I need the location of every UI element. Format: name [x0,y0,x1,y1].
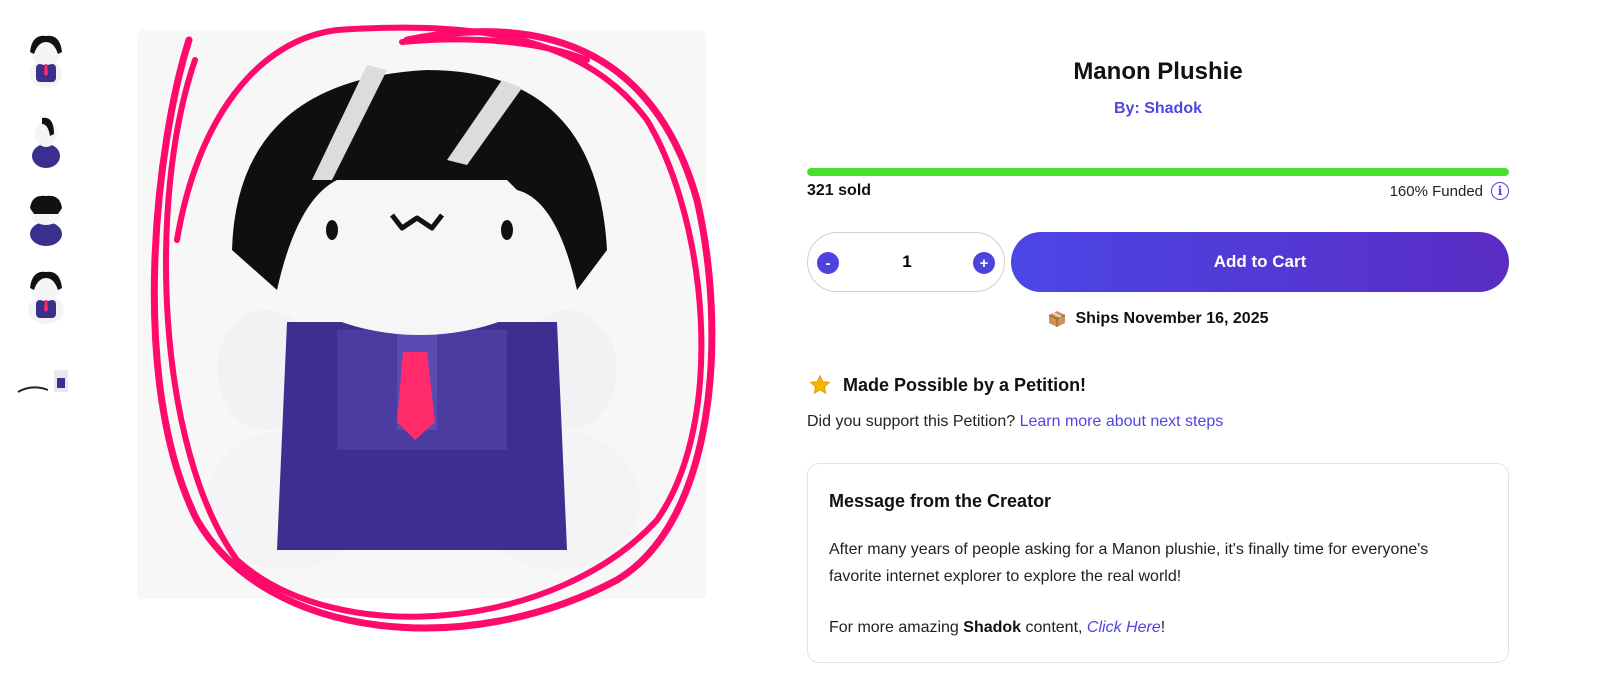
creator-message-text: After many years of people asking for a … [829,541,1429,585]
funding-progress-fill [807,168,1509,176]
petition-question-text: Did you support this Petition? [807,413,1016,430]
funded-text: 160% Funded [1389,182,1483,200]
thumbnail-size-comparison[interactable] [14,360,78,424]
plushie-thumbnail-image [17,370,68,393]
thumbnail-angled-view[interactable] [14,266,78,330]
ships-date-text: Ships November 16, 2025 [1075,310,1269,327]
more-mid: content, [1025,619,1083,636]
thumbnail-front-view[interactable] [14,30,78,94]
creator-byline[interactable]: By: Shadok [807,100,1509,118]
plushie-thumbnail-image [32,117,60,168]
learn-more-link[interactable]: Learn more about next steps [1020,413,1224,430]
quantity-input[interactable] [848,233,966,291]
decrease-quantity-button[interactable]: - [817,252,839,274]
product-title: Manon Plushie [1073,58,1243,85]
plushie-image [207,65,639,570]
sold-count: 321 sold [807,182,872,199]
petition-heading-text: Made Possible by a Petition! [843,374,1087,395]
creator-more-line: For more amazing Shadok content, Click H… [829,619,1165,637]
funding-progress-bar [807,168,1509,176]
creator-message-heading: Message from the Creator [829,491,1052,511]
package-icon [1048,311,1065,327]
thumbnail-back-view[interactable] [14,188,78,252]
plushie-thumbnail-image [30,195,62,246]
shipping-info: Ships November 16, 2025 [807,310,1509,328]
plushie-thumbnail-image [30,35,62,88]
plushie-thumbnail-image [28,271,64,324]
star-icon [809,374,831,395]
creator-message-card: Message from the Creator After many year… [807,463,1509,663]
more-suffix: ! [1160,619,1166,636]
quantity-stepper: - + [807,232,1005,292]
thumbnail-side-view[interactable] [14,110,78,174]
more-prefix: For more amazing [829,619,959,636]
info-icon[interactable]: i [1491,182,1509,200]
funded-status: 160% Funded i [1390,182,1509,200]
add-to-cart-button[interactable]: Add to Cart [1011,232,1509,292]
click-here-link[interactable]: Click Here [1087,619,1161,636]
petition-heading: Made Possible by a Petition! [809,374,1086,396]
creator-name: Shadok [963,619,1022,636]
petition-question: Did you support this Petition? Learn mor… [807,413,1223,431]
increase-quantity-button[interactable]: + [973,252,995,274]
main-product-image[interactable] [137,30,706,599]
